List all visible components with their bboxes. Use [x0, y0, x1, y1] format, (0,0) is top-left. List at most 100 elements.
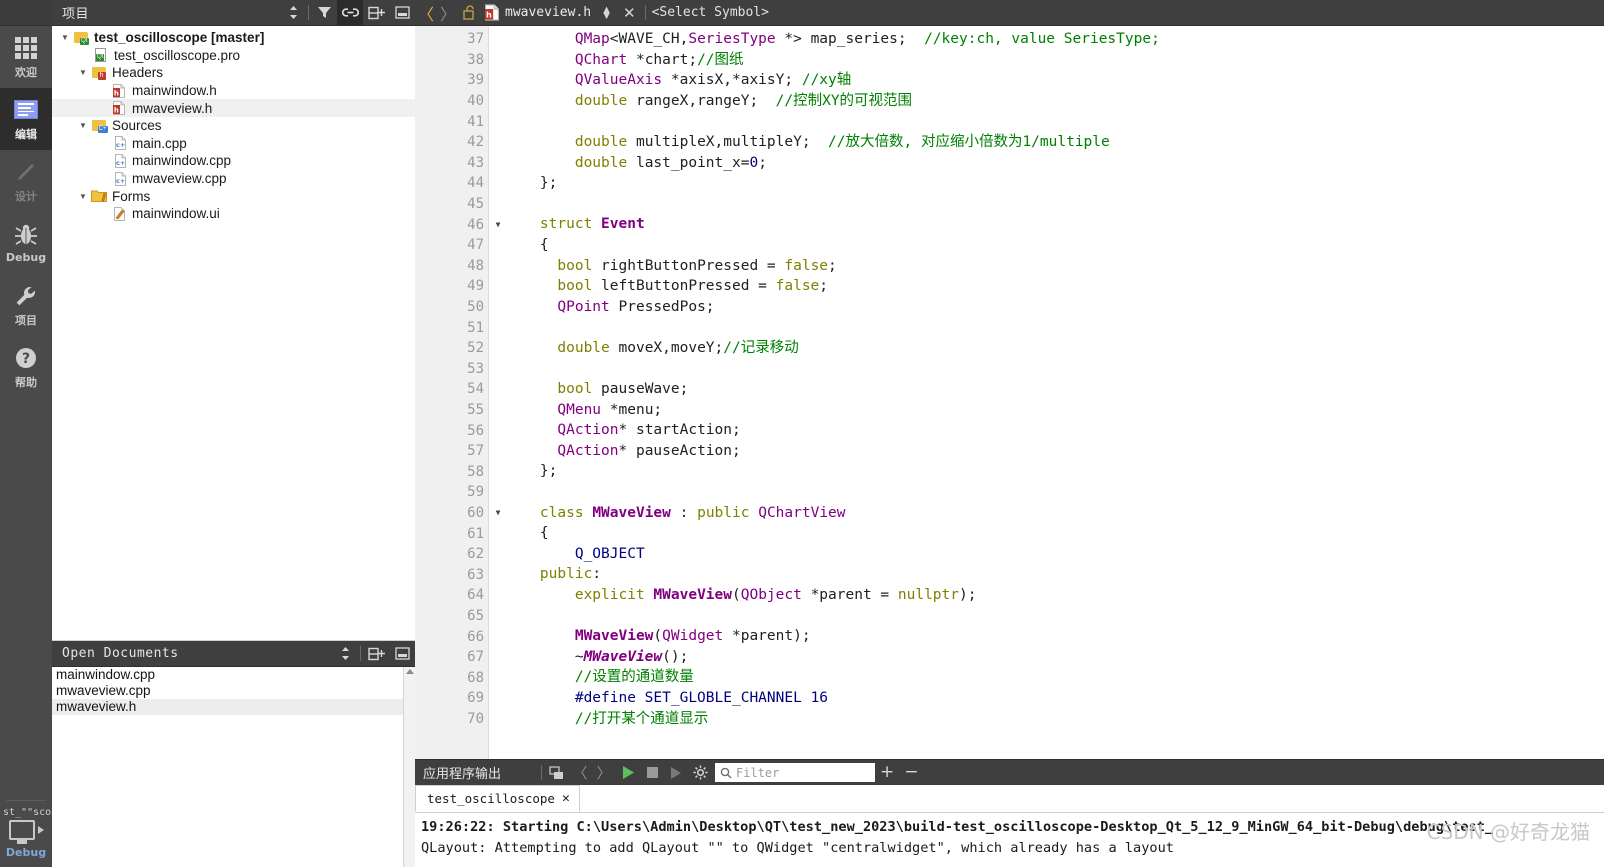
open-document-item[interactable]: mainwindow.cpp	[52, 667, 415, 683]
header-divider	[360, 646, 361, 661]
line-number: 39	[467, 72, 484, 89]
project-tree[interactable]: ▼ test_oscilloscope [master] test_oscill…	[52, 26, 415, 640]
bug-icon	[13, 222, 39, 248]
symbol-selector[interactable]: <Select Symbol>	[648, 5, 769, 20]
zoom-out-button[interactable]: −	[899, 764, 923, 781]
tree-label: test_oscilloscope.pro	[114, 47, 241, 63]
stop-icon[interactable]	[640, 760, 664, 785]
open-document-item[interactable]: mwaveview.h	[52, 699, 415, 715]
line-number: 53	[467, 360, 484, 377]
code-line: #define SET_GLOBLE_CHANNEL 16	[574, 690, 829, 706]
close-icon[interactable]: ✕	[616, 4, 643, 22]
toolbar-divider	[541, 765, 543, 780]
tree-item-mainwindow-cpp[interactable]: c++ mainwindow.cpp	[52, 152, 415, 170]
prev-item-icon[interactable]: 〈	[568, 760, 592, 785]
chevron-down-icon[interactable]: ▼	[76, 121, 90, 130]
code-line: bool leftButtonPressed = false;	[557, 278, 829, 295]
zoom-in-button[interactable]: +	[875, 764, 899, 781]
scroll-up-arrow-icon[interactable]	[406, 669, 414, 674]
output-line: QLayout: Attempting to add QLayout "" to…	[421, 840, 1174, 856]
output-filter-box[interactable]: Filter	[715, 763, 876, 782]
settings-gear-icon[interactable]	[688, 760, 712, 785]
mode-item-projects[interactable]: 项目	[0, 274, 52, 336]
tree-item-sources-folder[interactable]: ▼ Sources	[52, 117, 415, 135]
mode-item-debug[interactable]: Debug	[0, 212, 52, 274]
collapse-icon[interactable]	[389, 641, 415, 667]
forms-folder-icon	[90, 189, 107, 204]
tree-item-mainwindow-ui[interactable]: mainwindow.ui	[52, 205, 415, 223]
output-pane-title: 应用程序输出	[423, 767, 502, 782]
tree-item-headers-folder[interactable]: ▼ Headers	[52, 64, 415, 82]
line-number: 64	[467, 587, 484, 604]
tree-label: Headers	[112, 65, 164, 81]
code-line: QMenu *menu;	[557, 401, 663, 418]
mode-item-edit[interactable]: 编辑	[0, 88, 52, 150]
fold-marker-icon[interactable]: ▼	[492, 508, 504, 517]
split-add-icon[interactable]	[363, 0, 389, 26]
mode-item-help[interactable]: ? 帮助	[0, 336, 52, 398]
chevron-right-icon[interactable]: 〉	[437, 0, 459, 26]
mode-item-welcome[interactable]: 欢迎	[0, 26, 52, 88]
close-icon[interactable]: ✕	[562, 791, 570, 806]
open-documents-scrollbar[interactable]	[403, 667, 415, 867]
pencil-icon	[13, 159, 39, 185]
code-editor[interactable]: 37 38 39 40 41 42 43 44 45 46 ▼ 47 48 49 …	[415, 26, 1604, 759]
line-number: 50	[467, 299, 484, 316]
line-number: 56	[467, 422, 484, 439]
chevron-down-icon[interactable]: ▼	[76, 192, 90, 201]
code-line: {	[505, 525, 549, 542]
headers-folder-icon	[90, 65, 107, 81]
header-divider	[308, 5, 309, 20]
tree-item-main-cpp[interactable]: c++ main.cpp	[52, 135, 415, 153]
tree-item-mwaveview-cpp[interactable]: c++ mwaveview.cpp	[52, 170, 415, 188]
editor-file-tab[interactable]: h mwaveview.h	[479, 0, 597, 26]
monitor-icon	[8, 820, 35, 840]
run-arrow-icon	[37, 826, 44, 834]
left-dock-column: 项目 ▼ Qt test_oscilloscope [master] Qt te…	[52, 0, 415, 867]
next-item-icon[interactable]: 〉	[592, 760, 616, 785]
step-icon[interactable]	[664, 760, 688, 785]
code-line: QAction* pauseAction;	[557, 442, 741, 459]
sync-arrows-icon[interactable]	[332, 641, 358, 667]
chevron-left-icon[interactable]: 〈	[415, 0, 437, 26]
line-number: 70	[467, 710, 484, 727]
split-add-icon[interactable]	[363, 641, 389, 667]
code-line: {	[505, 236, 549, 253]
code-line: QChart *chart;//图纸	[574, 51, 744, 68]
line-number: 66	[467, 628, 484, 645]
code-line: QAction* startAction;	[557, 422, 741, 439]
code-text-area[interactable]: QMap<WAVE_CH,SeriesType *> map_series; /…	[489, 26, 1604, 759]
document-lines-icon	[13, 97, 39, 123]
output-tab-label: test_oscilloscope	[427, 791, 555, 806]
cpp-file-icon: c++	[110, 153, 127, 168]
run-config-label: Debug	[5, 846, 47, 859]
line-number: 63	[467, 566, 484, 583]
filter-icon[interactable]	[311, 0, 337, 26]
tree-item-forms-folder[interactable]: ▼ Forms	[52, 187, 415, 205]
unlocked-padlock-icon[interactable]	[459, 5, 479, 20]
tree-item-mwaveview-h[interactable]: h mwaveview.h	[52, 99, 415, 117]
run-target-selector[interactable]: Debug	[0, 820, 52, 867]
link-icon[interactable]	[337, 0, 363, 26]
sync-arrows-icon[interactable]	[280, 0, 306, 26]
open-documents-list[interactable]: mainwindow.cpp mwaveview.cpp mwaveview.h	[52, 667, 415, 867]
wrap-lines-icon[interactable]	[544, 760, 568, 785]
output-text-area[interactable]: 19:26:22: Starting C:\Users\Admin\Deskto…	[415, 813, 1604, 867]
open-document-item[interactable]: mwaveview.cpp	[52, 683, 415, 699]
output-tab-test-oscilloscope[interactable]: test_oscilloscope ✕	[415, 785, 580, 812]
line-number: 52	[467, 340, 484, 357]
chevron-down-icon[interactable]: ▼	[58, 33, 72, 42]
output-line: 19:26:22: Starting C:\Users\Admin\Deskto…	[421, 819, 1494, 835]
collapse-icon[interactable]	[389, 0, 415, 26]
tree-item-pro-file[interactable]: test_oscilloscope.pro	[52, 47, 415, 65]
chevron-down-icon[interactable]: ▼	[76, 68, 90, 77]
code-line: QPoint PressedPos;	[557, 298, 715, 315]
fold-marker-icon[interactable]: ▼	[492, 220, 504, 229]
tree-item-project-root[interactable]: ▼ test_oscilloscope [master]	[52, 29, 415, 47]
run-icon[interactable]	[616, 760, 640, 785]
tree-item-mainwindow-h[interactable]: h mainwindow.h	[52, 82, 415, 100]
updown-arrows-icon[interactable]: ▲ ▼	[597, 4, 616, 21]
